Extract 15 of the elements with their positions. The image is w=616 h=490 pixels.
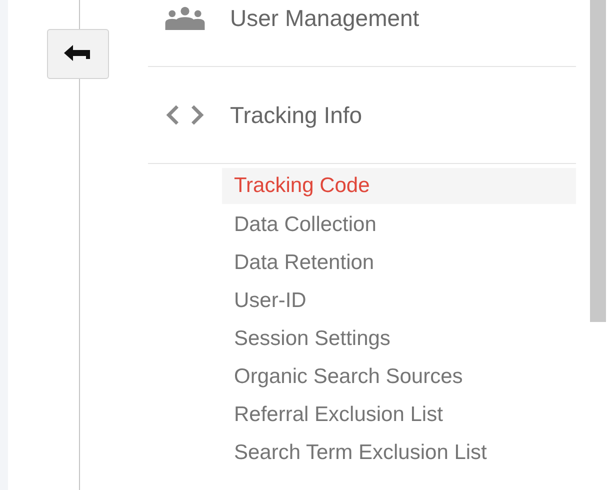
menu-item[interactable]: Data Collection — [222, 206, 576, 244]
menu-item[interactable]: Data Retention — [222, 244, 576, 282]
section-label: Tracking Info — [230, 102, 362, 128]
menu-item[interactable]: Search Term Exclusion List — [222, 434, 576, 472]
menu-item[interactable]: Organic Search Sources — [222, 358, 576, 396]
back-arrow-icon — [64, 45, 92, 63]
menu-section[interactable]: User Management — [148, 0, 576, 67]
section-label: User Management — [230, 4, 420, 32]
scrollbar[interactable] — [590, 0, 606, 322]
menu-item[interactable]: User-ID — [222, 282, 576, 320]
menu-item[interactable]: Referral Exclusion List — [222, 396, 576, 434]
menu-section[interactable]: Tracking Info — [148, 67, 576, 164]
back-button[interactable] — [47, 29, 109, 79]
menu-item[interactable]: Tracking Code — [222, 168, 576, 204]
menu-item[interactable]: Session Settings — [222, 320, 576, 358]
